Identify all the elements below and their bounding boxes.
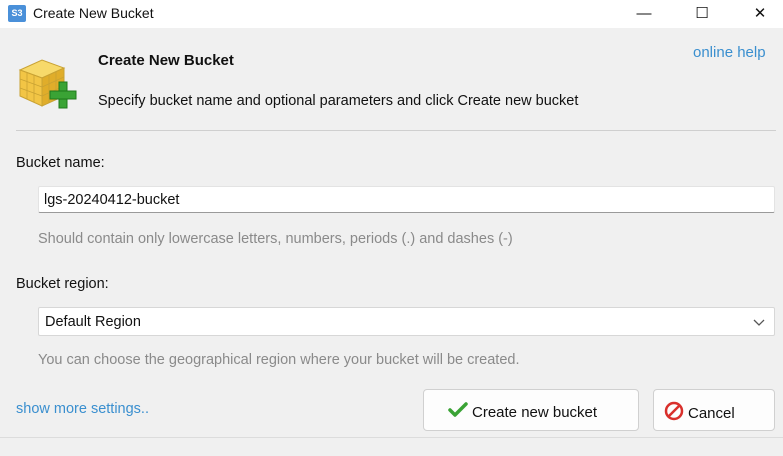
chevron-down-icon [752, 312, 766, 335]
bucket-region-value: Default Region [45, 314, 141, 330]
dialog-heading: Create New Bucket [98, 52, 234, 69]
bucket-region-select[interactable]: Default Region [38, 307, 775, 336]
bucket-name-label: Bucket name: [16, 155, 105, 171]
cancel-button[interactable]: Cancel [653, 389, 775, 431]
close-button[interactable]: ✕ [737, 0, 783, 28]
bucket-region-label: Bucket region: [16, 276, 109, 292]
footer-divider [0, 437, 783, 438]
checkmark-icon [448, 401, 468, 423]
minimize-button[interactable]: — [621, 0, 667, 28]
window-title: Create New Bucket [33, 5, 154, 21]
online-help-link[interactable]: online help [693, 44, 766, 61]
app-icon: S3 [8, 5, 26, 22]
bucket-name-hint: Should contain only lowercase letters, n… [38, 231, 513, 247]
bucket-name-input[interactable] [38, 186, 775, 213]
header-separator [16, 130, 776, 131]
bucket-add-icon [16, 54, 78, 112]
cancel-icon [664, 401, 684, 425]
bucket-region-hint: You can choose the geographical region w… [38, 352, 520, 368]
create-bucket-button[interactable]: Create new bucket [423, 389, 639, 431]
dialog-description: Specify bucket name and optional paramet… [98, 93, 579, 109]
maximize-button[interactable]: ☐ [679, 0, 725, 28]
title-bar: S3 Create New Bucket — ☐ ✕ [0, 0, 783, 28]
create-bucket-label: Create new bucket [472, 403, 598, 421]
cancel-label: Cancel [688, 404, 735, 422]
show-more-settings-link[interactable]: show more settings.. [16, 401, 149, 417]
